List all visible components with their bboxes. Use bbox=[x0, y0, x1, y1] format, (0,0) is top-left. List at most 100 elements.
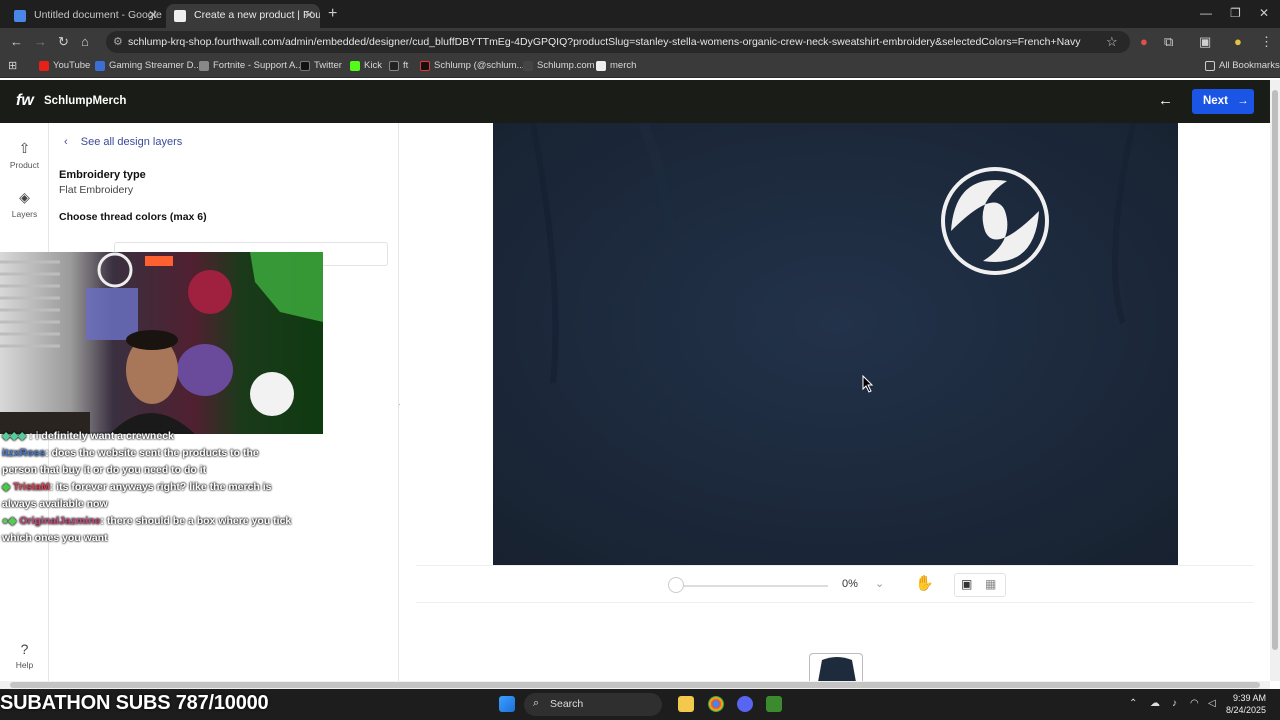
bookmark-tiktok[interactable]: Schlump (@schlum... bbox=[420, 60, 524, 71]
extension-icon[interactable]: ● bbox=[1140, 34, 1148, 49]
zoom-slider-handle[interactable] bbox=[668, 577, 684, 593]
folder-icon bbox=[1205, 61, 1215, 71]
see-all-label: See all design layers bbox=[80, 136, 183, 148]
help-icon: ? bbox=[20, 641, 29, 657]
bookmarks-bar: ⊞ YouTube Gaming Streamer D... Fortnite … bbox=[0, 56, 1280, 78]
site-info-icon[interactable]: ⚙ bbox=[113, 35, 123, 48]
chevron-up-icon[interactable]: ⌃ bbox=[1129, 698, 1137, 709]
tiktok-icon bbox=[420, 61, 430, 71]
shirt-image bbox=[493, 123, 1178, 565]
fourthwall-icon bbox=[174, 10, 186, 22]
back-icon[interactable]: ← bbox=[10, 34, 23, 49]
taskbar-search[interactable]: ⌕ Search bbox=[524, 693, 662, 716]
new-tab-button[interactable]: + bbox=[328, 5, 337, 23]
bookmark-schlump[interactable]: Schlump.com bbox=[523, 60, 595, 71]
zoom-slider-track[interactable] bbox=[676, 585, 828, 587]
zoom-select[interactable]: 0% ⌄ bbox=[842, 577, 884, 590]
vertical-scrollbar[interactable] bbox=[1270, 80, 1280, 681]
clock-date: 8/24/2025 bbox=[1226, 705, 1267, 715]
clock-time: 9:39 AM bbox=[1233, 693, 1267, 703]
browser-tab-strip: Untitled document - Google Do ✕ Create a… bbox=[0, 0, 1280, 28]
rail-product[interactable]: ⇧ Product bbox=[0, 140, 49, 170]
mouse-cursor-icon bbox=[862, 375, 874, 393]
rail-layers-label: Layers bbox=[11, 209, 38, 219]
bookmark-merch[interactable]: merch bbox=[596, 60, 636, 71]
minimize-icon[interactable]: — bbox=[1200, 6, 1212, 20]
search-icon: ⌕ bbox=[533, 697, 540, 709]
chevron-left-icon: ‹ bbox=[64, 136, 68, 148]
horizontal-scrollbar[interactable] bbox=[0, 681, 1270, 689]
window-close-icon[interactable]: ✕ bbox=[1259, 6, 1269, 20]
shirt-preview[interactable] bbox=[493, 123, 1178, 565]
all-bookmarks[interactable]: All Bookmarks bbox=[1205, 60, 1280, 71]
mic-icon[interactable]: ♪ bbox=[1172, 698, 1177, 709]
url-text: schlump-krq-shop.fourthwall.com/admin/em… bbox=[128, 36, 1081, 48]
bookmark-fortnite[interactable]: Fortnite - Support A... bbox=[199, 60, 303, 71]
system-clock[interactable]: 9:39 AM 8/24/2025 bbox=[1226, 692, 1266, 716]
windows-start-icon[interactable] bbox=[499, 696, 515, 712]
vertical-scroll-thumb[interactable] bbox=[1272, 90, 1278, 650]
home-icon[interactable]: ⌂ bbox=[81, 34, 89, 49]
fourthwall-icon bbox=[596, 61, 606, 71]
close-icon[interactable]: ✕ bbox=[148, 8, 158, 22]
ft-icon bbox=[389, 61, 399, 71]
rail-help-label: Help bbox=[15, 660, 34, 670]
chat-badges-icon: ◆◆◆ bbox=[2, 430, 30, 442]
see-all-layers-link[interactable]: ‹ See all design layers bbox=[64, 136, 182, 148]
rail-layers[interactable]: ◈ Layers bbox=[0, 189, 49, 219]
discord-icon[interactable] bbox=[737, 696, 753, 712]
product-thumbnail[interactable] bbox=[809, 653, 863, 681]
back-arrow-button[interactable]: ← bbox=[1158, 92, 1173, 109]
image-view-icon[interactable]: ▣ bbox=[961, 577, 972, 591]
pan-hand-icon[interactable]: ✋ bbox=[915, 574, 934, 592]
fortnite-icon bbox=[199, 61, 209, 71]
stream-chat-overlay: ◆◆◆ : i definitely want a crewneck itzxR… bbox=[2, 428, 292, 547]
bookmark-gaming-streamer[interactable]: Gaming Streamer D... bbox=[95, 60, 201, 71]
webcam-overlay bbox=[0, 252, 323, 434]
chat-message: ◆ TristaM: its forever anyways right? li… bbox=[2, 481, 272, 510]
minecraft-icon[interactable] bbox=[766, 696, 782, 712]
wifi-icon[interactable]: ◠ bbox=[1190, 698, 1199, 709]
docs-icon bbox=[14, 10, 26, 22]
grid-view-icon[interactable]: ▦ bbox=[985, 577, 996, 591]
profile-avatar[interactable]: ● bbox=[1234, 34, 1242, 49]
forward-icon[interactable]: → bbox=[34, 34, 47, 49]
embroidery-type-label: Embroidery type bbox=[59, 169, 146, 181]
bookmark-twitter[interactable]: Twitter bbox=[300, 60, 342, 71]
bookmark-kick[interactable]: Kick bbox=[350, 60, 382, 71]
shop-name: SchlumpMerch bbox=[44, 95, 127, 107]
arrow-right-icon: → bbox=[1237, 95, 1249, 107]
close-icon[interactable]: ✕ bbox=[304, 8, 314, 22]
thumbnail-shirt-icon bbox=[818, 657, 856, 681]
apps-grid-icon[interactable]: ⊞ bbox=[8, 59, 17, 72]
bookmark-star-icon[interactable]: ☆ bbox=[1106, 34, 1118, 50]
sidepanel-icon[interactable]: ▣ bbox=[1199, 34, 1211, 50]
bookmark-ft[interactable]: ft bbox=[389, 60, 408, 71]
reload-icon[interactable]: ↻ bbox=[58, 34, 69, 50]
cloud-icon[interactable]: ☁ bbox=[1150, 698, 1160, 709]
bookmark-youtube[interactable]: YouTube bbox=[39, 60, 90, 71]
chrome-icon[interactable] bbox=[708, 696, 724, 712]
menu-kebab-icon[interactable]: ⋮ bbox=[1260, 34, 1273, 50]
globe-icon bbox=[523, 61, 533, 71]
shirt-icon: ⇧ bbox=[18, 140, 31, 156]
file-explorer-icon[interactable] bbox=[678, 696, 694, 712]
x-icon bbox=[300, 61, 310, 71]
horizontal-scroll-thumb[interactable] bbox=[10, 682, 1260, 688]
tab-fourthwall[interactable]: Create a new product | Fourthw ✕ bbox=[166, 4, 320, 28]
address-bar[interactable]: ⚙ schlump-krq-shop.fourthwall.com/admin/… bbox=[106, 31, 1130, 53]
extensions-puzzle-icon[interactable]: ⧉ bbox=[1164, 34, 1173, 50]
restore-icon[interactable]: ❐ bbox=[1230, 6, 1241, 20]
design-logo[interactable] bbox=[941, 167, 1049, 275]
view-toggle: ▣ ▦ bbox=[954, 573, 1006, 597]
zoom-value: 0% bbox=[842, 578, 858, 590]
tab-google-docs[interactable]: Untitled document - Google Do ✕ bbox=[6, 4, 164, 28]
subathon-counter: SUBATHON SUBS 787/10000 bbox=[0, 692, 269, 714]
layers-icon: ◈ bbox=[19, 189, 30, 205]
next-button[interactable]: Next → bbox=[1192, 89, 1254, 114]
choose-colors-label: Choose thread colors (max 6) bbox=[59, 211, 207, 223]
app-header: fw SchlumpMerch ← Next → bbox=[0, 80, 1270, 123]
globe-icon bbox=[95, 61, 105, 71]
volume-icon[interactable]: ◁ bbox=[1208, 698, 1216, 709]
rail-help[interactable]: ? Help bbox=[0, 641, 49, 670]
